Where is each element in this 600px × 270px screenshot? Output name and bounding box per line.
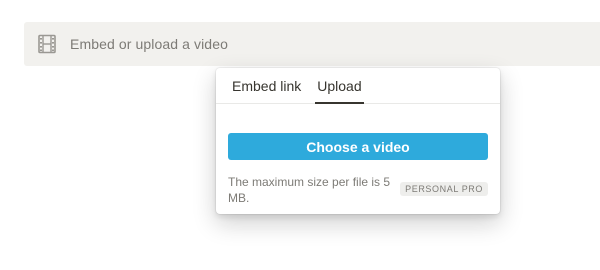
plan-badge: PERSONAL PRO <box>400 182 488 196</box>
embed-block-label: Embed or upload a video <box>70 36 228 52</box>
tab-embed-link[interactable]: Embed link <box>224 78 309 103</box>
choose-video-button[interactable]: Choose a video <box>228 133 488 160</box>
popover-tabs: Embed link Upload <box>216 68 500 104</box>
page: Embed or upload a video Embed link Uploa… <box>0 0 600 270</box>
embed-video-block[interactable]: Embed or upload a video <box>24 22 600 66</box>
max-size-info: The maximum size per file is 5 MB. <box>228 175 391 205</box>
tab-upload[interactable]: Upload <box>309 78 369 104</box>
upload-popover: Embed link Upload Choose a video The max… <box>216 68 500 214</box>
upload-panel: Choose a video The maximum size per file… <box>216 104 500 206</box>
upload-footer: The maximum size per file is 5 MB. PERSO… <box>228 174 488 206</box>
film-icon <box>36 33 58 55</box>
